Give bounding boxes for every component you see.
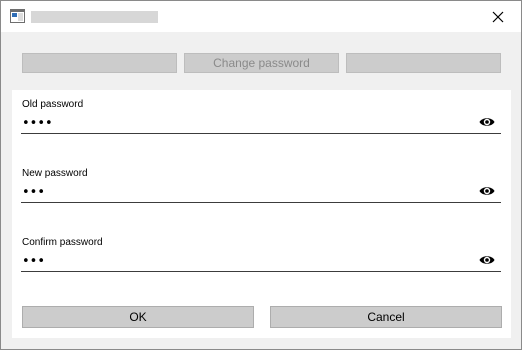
eye-icon[interactable] bbox=[479, 185, 495, 197]
confirm-password-field[interactable] bbox=[21, 252, 501, 272]
window-app-icon bbox=[10, 9, 25, 23]
close-icon bbox=[492, 11, 504, 22]
tab-left[interactable] bbox=[22, 53, 177, 73]
confirm-password-label: Confirm password bbox=[22, 237, 103, 248]
tab-right[interactable] bbox=[346, 53, 501, 73]
window-title-placeholder bbox=[31, 11, 158, 23]
old-password-field[interactable] bbox=[21, 114, 501, 134]
close-button[interactable] bbox=[475, 1, 521, 32]
cancel-button[interactable]: Cancel bbox=[270, 306, 502, 328]
old-password-label: Old password bbox=[22, 99, 84, 110]
title-bar bbox=[1, 1, 521, 32]
ok-button[interactable]: OK bbox=[22, 306, 254, 328]
tab-change-password[interactable]: Change password bbox=[184, 53, 339, 73]
new-password-field[interactable] bbox=[21, 183, 501, 203]
eye-icon[interactable] bbox=[479, 254, 495, 266]
form-panel: Old password New password Confirm passwo… bbox=[12, 90, 511, 338]
dialog-window: Change password Old password New passwor… bbox=[0, 0, 522, 350]
eye-icon[interactable] bbox=[479, 116, 495, 128]
new-password-label: New password bbox=[22, 168, 88, 179]
